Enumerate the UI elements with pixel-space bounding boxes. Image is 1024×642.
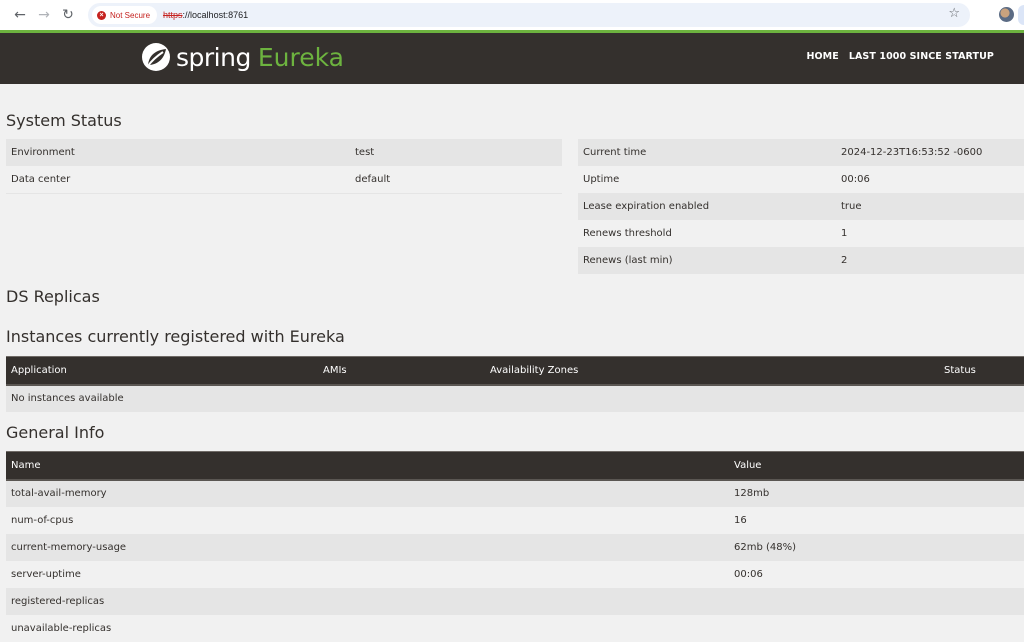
table-row: Renews threshold 1: [578, 220, 1024, 247]
table-header-row: Application AMIs Availability Zones Stat…: [6, 356, 1024, 386]
table-row: total-avail-memory 128mb: [6, 479, 1024, 507]
status-key: Environment: [11, 147, 75, 158]
status-value: test: [355, 147, 375, 158]
url-scheme: https: [163, 10, 183, 20]
status-value: true: [841, 201, 862, 212]
status-value: default: [350, 166, 562, 194]
table-row: Lease expiration enabled true: [578, 193, 1024, 220]
info-value: 62mb (48%): [734, 541, 797, 553]
info-name: unavailable-replicas: [11, 622, 112, 634]
column-header-availability-zones: Availability Zones: [485, 356, 939, 386]
info-name: current-memory-usage: [11, 541, 127, 553]
eureka-navbar: spring Eureka HOME LAST 1000 SINCE START…: [0, 30, 1024, 84]
back-button[interactable]: ←: [8, 3, 32, 27]
reload-button[interactable]: ↻: [56, 3, 80, 27]
table-row: No instances available: [6, 384, 1024, 412]
table-row: current-memory-usage 62mb (48%): [6, 533, 1024, 561]
instances-heading: Instances currently registered with Eure…: [6, 327, 345, 346]
brand-spring-text: spring: [176, 42, 251, 72]
column-header-amis: AMIs: [318, 356, 485, 386]
table-row: Data center default: [6, 166, 562, 194]
general-info-heading: General Info: [6, 423, 105, 442]
forward-button[interactable]: →: [32, 3, 56, 27]
url-host: ://localhost:8761: [182, 10, 249, 20]
arrow-left-icon: ←: [14, 7, 26, 23]
column-header-status: Status: [939, 356, 1024, 386]
info-name: total-avail-memory: [11, 488, 107, 499]
info-name: num-of-cpus: [11, 514, 74, 526]
table-row: Current time 2024-12-23T16:53:52 -0600: [578, 139, 1024, 166]
not-secure-icon: ×: [97, 10, 106, 20]
status-value: 2: [841, 255, 848, 266]
table-row: unavailable-replicas: [6, 615, 1024, 642]
profile-avatar[interactable]: [999, 7, 1014, 22]
status-key: Uptime: [583, 174, 620, 185]
info-name: server-uptime: [11, 568, 81, 580]
status-key: Lease expiration enabled: [583, 201, 710, 212]
bookmark-star-icon[interactable]: ☆: [948, 6, 960, 21]
column-header-value: Value: [729, 451, 1024, 481]
table-row: num-of-cpus 16: [6, 507, 1024, 534]
toolbar-edge: [1018, 5, 1024, 25]
nav-links: HOME LAST 1000 SINCE STARTUP: [796, 51, 994, 62]
spring-leaf-icon: [142, 43, 170, 71]
info-name: registered-replicas: [11, 595, 105, 607]
status-key: Data center: [6, 166, 350, 194]
system-status-heading: System Status: [6, 111, 122, 130]
status-value: 00:06: [841, 174, 870, 185]
table-row: server-uptime 00:06: [6, 561, 1024, 588]
status-key: Renews threshold: [583, 228, 672, 239]
security-label: Not Secure: [110, 10, 151, 20]
system-status-left-table: Environment test Data center default: [6, 139, 562, 194]
nav-link-last-1000[interactable]: LAST 1000 SINCE STARTUP: [849, 51, 994, 62]
column-header-name: Name: [6, 451, 729, 481]
arrow-right-icon: →: [38, 7, 50, 23]
browser-toolbar: ← → ↻ × Not Secure https://localhost:876…: [0, 0, 1024, 30]
status-key: Current time: [583, 147, 647, 158]
info-value: [729, 615, 1024, 642]
info-value: 00:06: [734, 568, 763, 580]
table-header-row: Name Value: [6, 451, 1024, 481]
info-value: 128mb: [734, 488, 770, 499]
table-row: Environment test: [6, 139, 562, 166]
general-info-table: Name Value total-avail-memory 128mb num-…: [6, 451, 1024, 642]
security-indicator[interactable]: × Not Secure: [92, 6, 158, 24]
status-value: 1: [841, 228, 848, 239]
system-status-right-table: Current time 2024-12-23T16:53:52 -0600 U…: [578, 139, 1024, 274]
table-row: registered-replicas: [6, 587, 1024, 615]
brand-logo[interactable]: spring Eureka: [140, 41, 344, 73]
reload-icon: ↻: [62, 7, 74, 23]
status-key: Renews (last min): [583, 255, 673, 266]
info-value: 16: [734, 514, 747, 526]
info-value: [729, 588, 1024, 615]
table-row: Uptime 00:06: [578, 166, 1024, 193]
column-header-application: Application: [6, 356, 318, 386]
address-bar[interactable]: × Not Secure https://localhost:8761 ☆: [88, 3, 970, 27]
empty-message: No instances available: [11, 393, 124, 404]
instances-table: Application AMIs Availability Zones Stat…: [6, 356, 1024, 412]
ds-replicas-heading: DS Replicas: [6, 287, 100, 306]
brand-eureka-text: Eureka: [257, 42, 344, 72]
status-value: 2024-12-23T16:53:52 -0600: [841, 147, 983, 158]
url-text[interactable]: https://localhost:8761: [163, 10, 248, 20]
table-row: Renews (last min) 2: [578, 247, 1024, 274]
nav-link-home[interactable]: HOME: [806, 51, 838, 62]
